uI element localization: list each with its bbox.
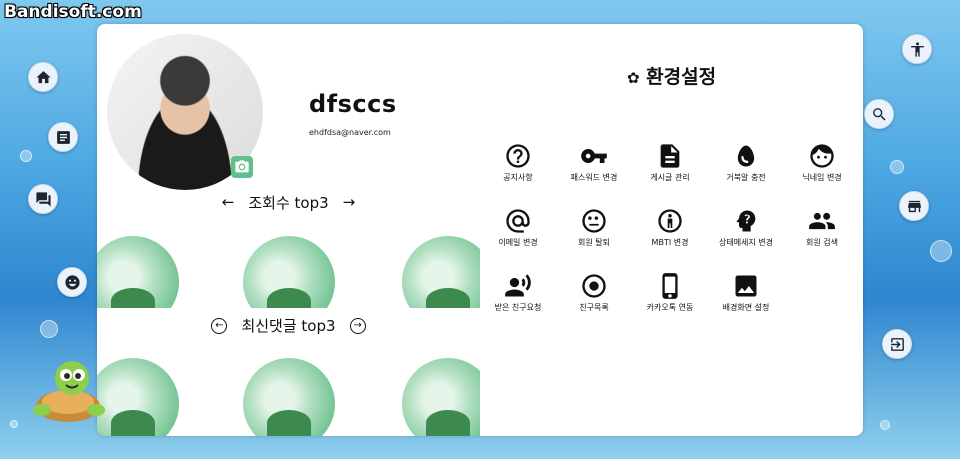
kakaotalk-link-button[interactable]: 카카오톡 연동 <box>632 272 708 313</box>
settings-title-text: 환경설정 <box>646 66 717 88</box>
search-members-button[interactable]: 회원 검색 <box>784 207 860 248</box>
face-icon <box>810 144 834 168</box>
tile-label: 거북알 충전 <box>726 173 766 182</box>
tile-label: 회원 검색 <box>806 238 838 247</box>
charge-egg-button[interactable]: 거북알 충전 <box>708 142 784 183</box>
settings-title: ✿ 환경설정 <box>480 62 863 89</box>
turtle-mascot <box>33 361 105 422</box>
tile-label: 회원 탈퇴 <box>578 238 610 247</box>
comments-next-button[interactable]: → <box>349 317 366 334</box>
withdraw-button[interactable]: 회원 탈퇴 <box>556 207 632 248</box>
tile-label: 친구목록 <box>579 303 609 312</box>
article-icon <box>56 130 70 144</box>
received-friend-requests-button[interactable]: 받은 친구요청 <box>480 272 556 313</box>
settings-grid: 공지사항 패스워드 변경 게시글 관리 거북알 충전 닉네임 변경 이메일 변경… <box>480 142 863 313</box>
views-top3-item[interactable] <box>402 236 480 308</box>
comments-top3-title: 최신댓글 top3 <box>241 317 336 335</box>
tile-label: 패스워드 변경 <box>570 173 618 182</box>
tile-label: 받은 친구요청 <box>494 303 542 312</box>
sad-face-icon <box>582 209 606 233</box>
tile-label: 게시글 관리 <box>650 173 690 182</box>
store-icon <box>907 200 921 212</box>
phone-icon <box>662 273 678 299</box>
comments-top3-item[interactable] <box>243 358 335 436</box>
views-top3-title: 조회수 top3 <box>248 194 329 212</box>
search-button[interactable] <box>864 99 894 129</box>
background-settings-button[interactable]: 배경화면 설정 <box>708 272 784 313</box>
comments-top3-item[interactable] <box>402 358 480 436</box>
views-next-button[interactable]: → <box>343 195 356 210</box>
tile-label: 카카오톡 연동 <box>646 303 694 312</box>
home-button[interactable] <box>28 62 58 92</box>
at-sign-icon <box>506 209 530 233</box>
chat-icon <box>35 191 51 207</box>
document-icon <box>660 144 680 168</box>
accessibility-icon <box>910 41 924 57</box>
manage-posts-button[interactable]: 게시글 관리 <box>632 142 708 183</box>
store-button[interactable] <box>899 191 929 221</box>
logout-icon <box>890 337 904 351</box>
change-email-button[interactable]: 이메일 변경 <box>480 207 556 248</box>
change-status-message-button[interactable]: 상태메세지 변경 <box>708 207 784 248</box>
tile-label: 이메일 변경 <box>498 238 538 247</box>
views-top3-item[interactable] <box>243 236 335 308</box>
gear-icon: ✿ <box>626 69 640 87</box>
comments-top3-item[interactable] <box>97 358 179 436</box>
key-icon <box>581 149 607 163</box>
help-circle-icon <box>506 144 530 168</box>
tile-label: 공지사항 <box>503 173 533 182</box>
change-photo-button[interactable] <box>231 156 253 178</box>
change-password-button[interactable]: 패스워드 변경 <box>556 142 632 183</box>
comments-top3-header: ← 최신댓글 top3 → <box>97 315 480 336</box>
notice-button[interactable]: 공지사항 <box>480 142 556 183</box>
board-button[interactable] <box>48 122 78 152</box>
egg-icon <box>737 145 755 167</box>
people-icon <box>809 212 835 230</box>
search-icon <box>872 107 886 121</box>
image-icon <box>735 275 757 297</box>
views-top3-list <box>97 236 480 308</box>
change-nickname-button[interactable]: 닉네임 변경 <box>784 142 860 183</box>
camera-icon <box>235 160 249 173</box>
mypage-panel: dfsccs ehdfdsa@naver.com ← 조회수 top3 → ← … <box>97 24 863 436</box>
username: dfsccs <box>309 90 397 118</box>
views-top3-item[interactable] <box>97 236 179 308</box>
accessibility-button[interactable] <box>902 34 932 64</box>
emoji-button[interactable] <box>57 267 87 297</box>
change-mbti-button[interactable]: MBTI 변경 <box>632 207 708 248</box>
watermark: Bandisoft.com <box>4 2 142 22</box>
tile-label: 배경화면 설정 <box>722 303 770 312</box>
views-prev-button[interactable]: ← <box>222 195 235 210</box>
tile-label: 상태메세지 변경 <box>718 238 774 247</box>
comments-top3-list <box>97 358 480 436</box>
comments-prev-button[interactable]: ← <box>211 317 228 334</box>
logout-button[interactable] <box>882 329 912 359</box>
emoji-icon <box>64 274 80 290</box>
info-person-icon <box>658 209 682 233</box>
record-icon <box>582 274 606 298</box>
home-icon <box>35 70 51 83</box>
person-voice-icon <box>505 274 531 297</box>
head-question-icon <box>736 210 756 232</box>
user-email: ehdfdsa@naver.com <box>309 128 391 137</box>
views-top3-header: ← 조회수 top3 → <box>97 192 480 213</box>
tile-label: 닉네임 변경 <box>802 173 842 182</box>
tile-label: MBTI 변경 <box>651 238 689 247</box>
friend-list-button[interactable]: 친구목록 <box>556 272 632 313</box>
chat-button[interactable] <box>28 184 58 214</box>
